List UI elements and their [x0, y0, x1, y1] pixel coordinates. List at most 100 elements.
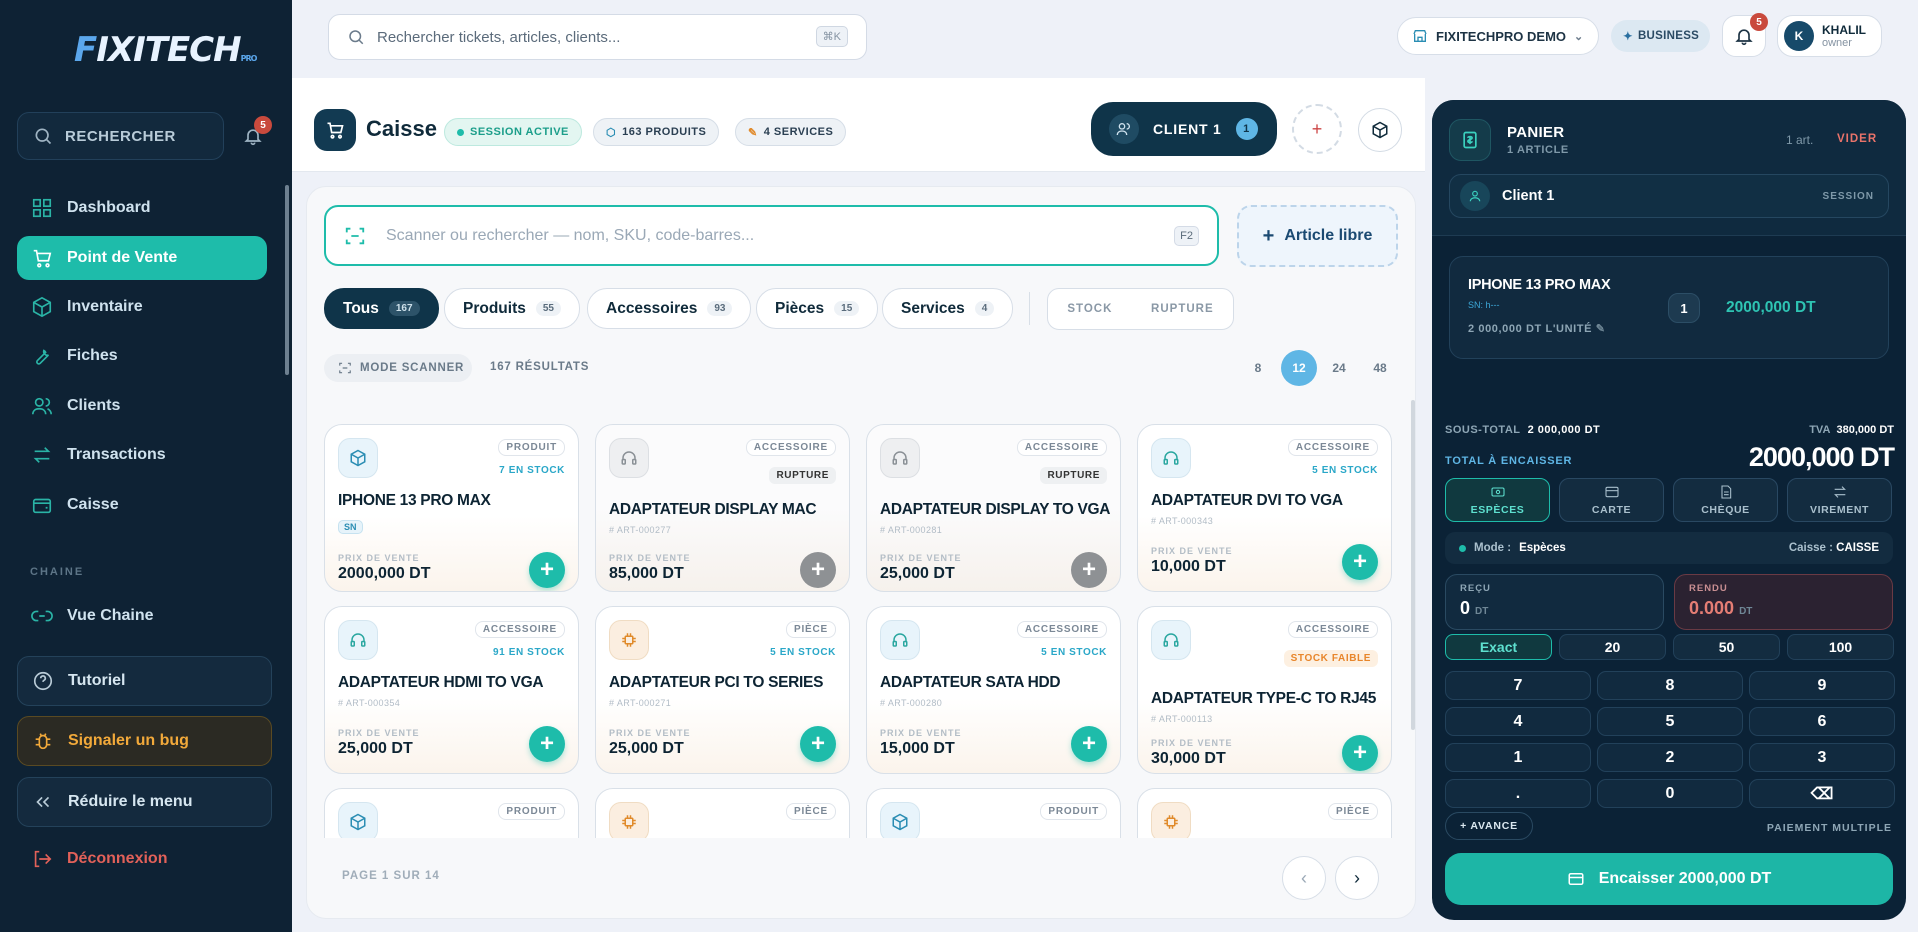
sidebar-search-button[interactable]: RECHERCHER: [17, 112, 224, 160]
prev-page-button[interactable]: ‹: [1282, 856, 1326, 900]
cart-line-item[interactable]: IPHONE 13 PRO MAX SN: h--- 2 000,000 DT …: [1449, 256, 1889, 359]
sidebar-item-vue-chaine[interactable]: Vue Chaine: [17, 594, 267, 638]
keypad-key[interactable]: 1: [1445, 743, 1591, 772]
sidebar-item-transactions[interactable]: Transactions: [17, 433, 267, 477]
backspace-key[interactable]: ⌫: [1749, 779, 1895, 808]
advance-button[interactable]: + AVANCE: [1445, 812, 1533, 840]
keypad-key[interactable]: .: [1445, 779, 1591, 808]
tutorial-button[interactable]: Tutoriel: [17, 656, 272, 706]
keypad-key[interactable]: 8: [1597, 671, 1743, 700]
edit-icon[interactable]: ✎: [1596, 323, 1606, 335]
cart-client-name: Client 1: [1502, 188, 1555, 204]
cart-client-selector[interactable]: Client 1 SESSION: [1449, 174, 1889, 218]
sidebar-item-dashboard[interactable]: Dashboard: [17, 186, 267, 230]
checkout-button[interactable]: Encaisser 2000,000 DT: [1445, 853, 1893, 905]
page-size-24[interactable]: 24: [1321, 350, 1357, 386]
add-to-cart-button[interactable]: +: [1071, 726, 1107, 762]
product-card[interactable]: ACCESSOIRE 5 EN STOCK ADAPTATEUR DVI TO VG…: [1137, 424, 1392, 592]
quick-amount-100[interactable]: 100: [1787, 634, 1894, 660]
product-card[interactable]: PRODUIT 7 EN STOCK IPHONE 13 PRO MAX SN PRIX…: [324, 424, 579, 592]
add-to-cart-button[interactable]: +: [800, 552, 836, 588]
catalog-scrollbar[interactable]: [1411, 400, 1415, 730]
client-session-button[interactable]: CLIENT 1 1: [1091, 102, 1277, 156]
page-size-12[interactable]: 12: [1281, 350, 1317, 386]
payment-method-virement[interactable]: VIREMENT: [1787, 478, 1892, 522]
product-search-input[interactable]: Scanner ou rechercher — nom, SKU, code-b…: [324, 205, 1219, 266]
page-size-8[interactable]: 8: [1240, 350, 1276, 386]
product-card[interactable]: ACCESSOIRE 91 EN STOCK ADAPTATEUR HDMI TO …: [324, 606, 579, 774]
add-to-cart-button[interactable]: +: [529, 726, 565, 762]
app-logo[interactable]: FIXITECHPRO: [74, 30, 257, 70]
received-amount-field[interactable]: REÇU 0 DT: [1445, 574, 1664, 630]
quick-amount-20[interactable]: 20: [1559, 634, 1666, 660]
chevron-right-icon: ›: [1354, 867, 1360, 888]
tab-accessoires[interactable]: Accessoires 93: [587, 288, 752, 329]
multiple-payment-button[interactable]: PAIEMENT MULTIPLE: [1767, 822, 1892, 834]
tab-services[interactable]: Services 4: [882, 288, 1014, 329]
payment-method-cheque[interactable]: CHÈQUE: [1673, 478, 1778, 522]
payment-method-especes[interactable]: ESPÈCES: [1445, 478, 1550, 522]
add-to-cart-button[interactable]: +: [1342, 735, 1378, 771]
add-to-cart-button[interactable]: +: [529, 552, 565, 588]
tab-label: Tous: [343, 299, 379, 317]
product-card[interactable]: PIÈCE: [1137, 788, 1392, 838]
quantity-stepper[interactable]: 1: [1668, 293, 1700, 323]
keypad-key[interactable]: 4: [1445, 707, 1591, 736]
product-card[interactable]: ACCESSOIRE 5 EN STOCK ADAPTATEUR SATA HDD #…: [866, 606, 1121, 774]
add-to-cart-button[interactable]: +: [1342, 544, 1378, 580]
filter-stock-button[interactable]: STOCK: [1067, 303, 1112, 315]
quick-amount-50[interactable]: 50: [1673, 634, 1780, 660]
product-card[interactable]: PRODUIT: [324, 788, 579, 838]
quick-amount-exact[interactable]: Exact: [1445, 634, 1552, 660]
clear-cart-button[interactable]: VIDER: [1837, 133, 1877, 145]
collapse-menu-button[interactable]: Réduire le menu: [17, 777, 272, 827]
search-shortcut: ⌘K: [815, 26, 848, 47]
cart-client-tag: SESSION: [1822, 190, 1874, 202]
product-card[interactable]: PIÈCE: [595, 788, 850, 838]
product-price: 25,000 DT: [338, 740, 413, 757]
next-page-button[interactable]: ›: [1335, 856, 1379, 900]
keypad-key[interactable]: 9: [1749, 671, 1895, 700]
sidebar-item-point-de-vente[interactable]: Point de Vente: [17, 236, 267, 280]
product-card[interactable]: PRODUIT: [866, 788, 1121, 838]
keypad-key[interactable]: 5: [1597, 707, 1743, 736]
sidebar-item-fiches[interactable]: Fiches: [17, 334, 267, 378]
report-bug-button[interactable]: Signaler un bug: [17, 716, 272, 766]
keypad-key[interactable]: 3: [1749, 743, 1895, 772]
notification-badge: 5: [254, 116, 272, 134]
product-card[interactable]: ACCESSOIRE RUPTURE ADAPTATEUR DISPLAY TO V…: [866, 424, 1121, 592]
free-item-button[interactable]: + Article libre: [1237, 205, 1398, 267]
tab-produits[interactable]: Produits 55: [444, 288, 580, 329]
notifications-button[interactable]: 5: [1722, 13, 1768, 57]
add-client-session-button[interactable]: +: [1292, 104, 1342, 154]
add-to-cart-button[interactable]: +: [800, 726, 836, 762]
keypad-key[interactable]: 0: [1597, 779, 1743, 808]
filter-rupture-button[interactable]: RUPTURE: [1151, 303, 1214, 315]
keypad-key[interactable]: 2: [1597, 743, 1743, 772]
sidebar-scrollbar[interactable]: [285, 185, 289, 375]
package-button[interactable]: [1358, 108, 1402, 152]
user-menu[interactable]: K KHALIL owner: [1777, 15, 1882, 57]
sidebar-item-clients[interactable]: Clients: [17, 384, 267, 428]
keypad-key[interactable]: 6: [1749, 707, 1895, 736]
product-card[interactable]: ACCESSOIRE RUPTURE ADAPTATEUR DISPLAY MAC #…: [595, 424, 850, 592]
global-search-input[interactable]: Rechercher tickets, articles, clients...…: [328, 14, 867, 60]
sidebar-item-label: Caisse: [67, 496, 119, 513]
plus-icon: +: [1262, 224, 1275, 247]
tab-pieces[interactable]: Pièces 15: [756, 288, 879, 329]
keypad-key[interactable]: 7: [1445, 671, 1591, 700]
sidebar-notifications-button[interactable]: 5: [240, 116, 272, 148]
tab-tous[interactable]: Tous 167: [324, 288, 439, 329]
scanner-mode-button[interactable]: MODE SCANNER: [324, 354, 472, 382]
payment-method-carte[interactable]: CARTE: [1559, 478, 1664, 522]
price-label: PRIX DE VENTE: [1151, 738, 1233, 748]
sidebar-item-inventaire[interactable]: Inventaire: [17, 285, 267, 329]
organization-selector[interactable]: FIXITECHPRO DEMO ⌄: [1397, 17, 1599, 55]
logout-button[interactable]: Déconnexion: [31, 848, 167, 870]
serial-badge: SN: [338, 520, 363, 534]
sidebar-item-caisse[interactable]: Caisse: [17, 483, 267, 527]
add-to-cart-button[interactable]: +: [1071, 552, 1107, 588]
page-size-48[interactable]: 48: [1362, 350, 1398, 386]
product-card[interactable]: ACCESSOIRE STOCK FAIBLE ADAPTATEUR TYPE-C …: [1137, 606, 1392, 774]
product-card[interactable]: PIÈCE 5 EN STOCK ADAPTATEUR PCI TO SERIES #…: [595, 606, 850, 774]
